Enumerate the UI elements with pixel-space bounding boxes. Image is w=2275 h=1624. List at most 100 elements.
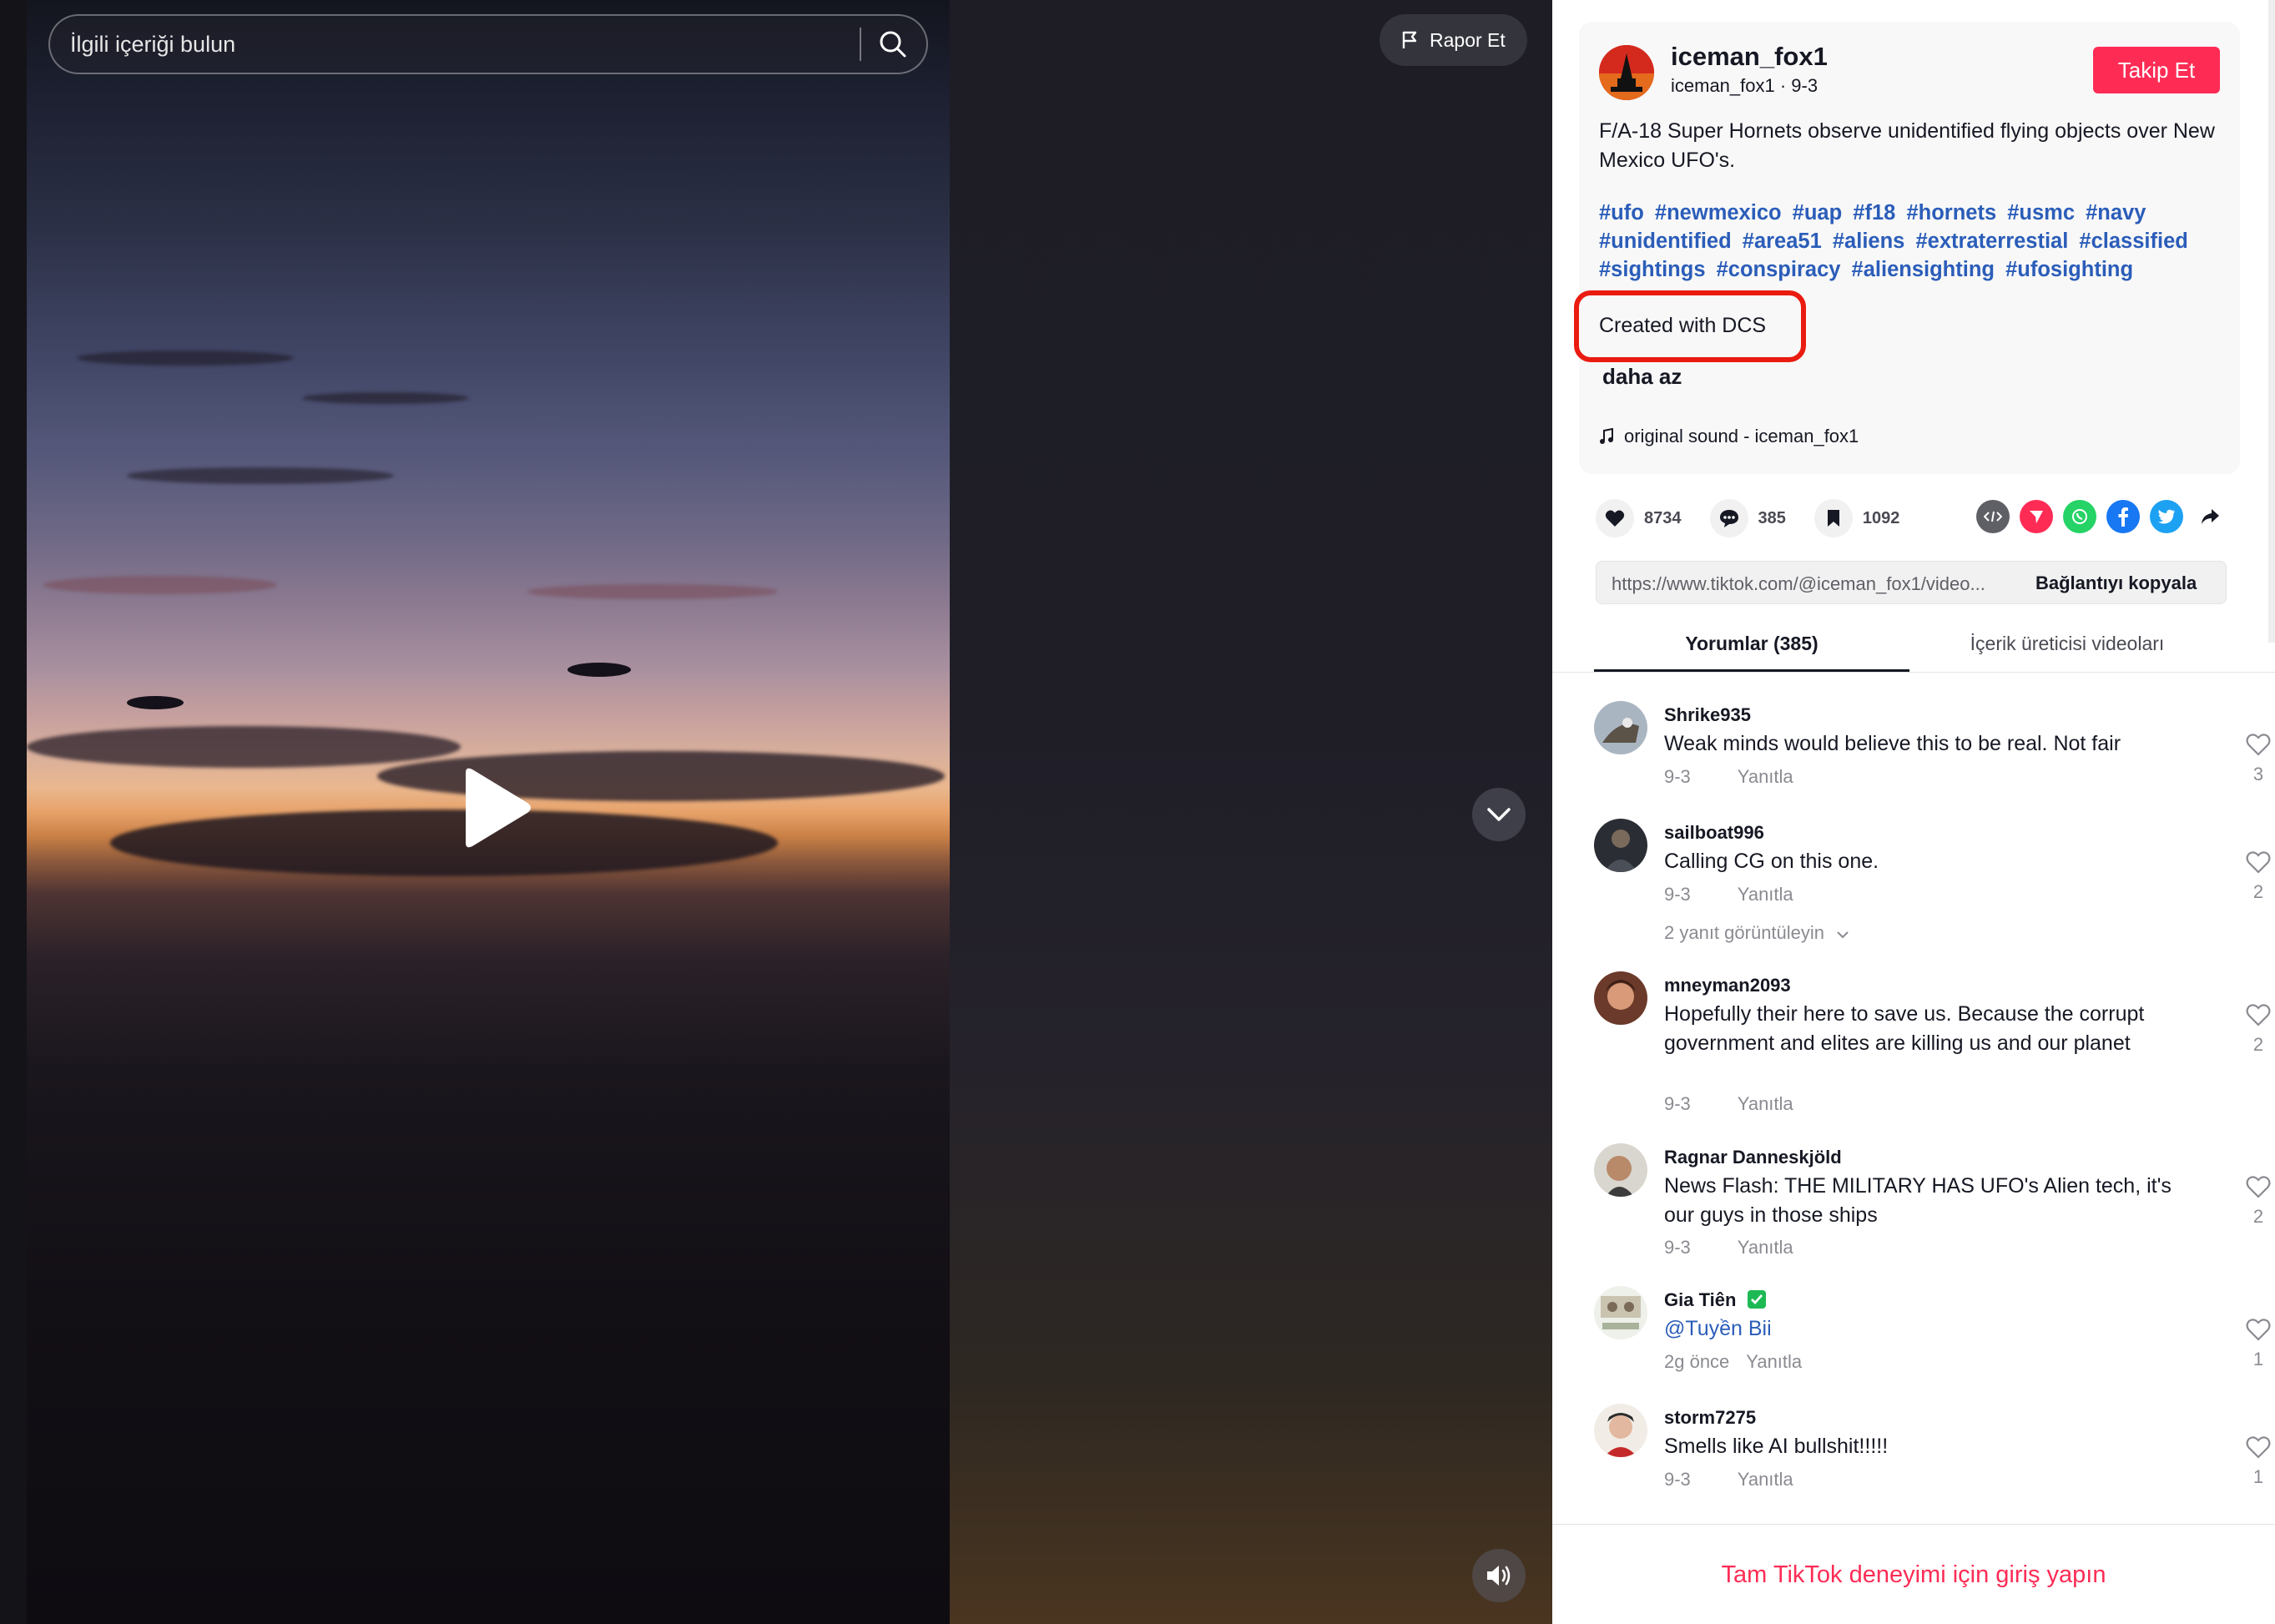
comment-action[interactable]: 385 — [1709, 499, 1786, 537]
author-name[interactable]: iceman_fox1 — [1671, 42, 1828, 72]
show-less-link[interactable]: daha az — [1602, 364, 1682, 390]
search-input[interactable] — [70, 16, 863, 73]
save-action[interactable]: 1092 — [1813, 499, 1899, 537]
comment-date: 9-3 — [1664, 1237, 1691, 1258]
commenter-avatar[interactable] — [1594, 701, 1647, 754]
hashtag-link[interactable]: #ufo — [1599, 201, 1644, 224]
author-avatar[interactable] — [1599, 45, 1654, 100]
facebook-icon[interactable] — [2106, 500, 2140, 533]
commenter-name[interactable]: Gia Tiên — [1664, 1289, 1767, 1311]
blurred-background-left — [0, 0, 27, 1624]
send-icon[interactable] — [2020, 500, 2053, 533]
hashtag-link[interactable]: #aliensighting — [1852, 258, 1995, 281]
commenter-avatar[interactable] — [1594, 1286, 1647, 1339]
like-button[interactable] — [1596, 499, 1634, 537]
like-count: 8734 — [1644, 508, 1682, 527]
cloud — [110, 809, 778, 876]
commenter-avatar[interactable] — [1594, 1404, 1647, 1457]
commenter-name[interactable]: sailboat996 — [1664, 822, 1764, 844]
comment-like[interactable]: 2 — [2242, 1175, 2275, 1228]
like-action[interactable]: 8734 — [1596, 499, 1682, 537]
cloud — [43, 576, 277, 594]
chevron-down-icon — [1837, 931, 1849, 939]
comment-like[interactable]: 1 — [2242, 1435, 2275, 1488]
comment-like-count: 2 — [2252, 1206, 2264, 1227]
video-area[interactable]: Rapor Et — [0, 0, 1552, 1624]
video-link-url[interactable]: https://www.tiktok.com/@iceman_fox1/vide… — [1612, 573, 2012, 595]
follow-button[interactable]: Takip Et — [2093, 47, 2220, 93]
embed-icon[interactable] — [1976, 500, 2010, 533]
whatsapp-icon[interactable] — [2063, 500, 2096, 533]
music-row[interactable]: original sound - iceman_fox1 — [1599, 426, 1859, 447]
commenter-name[interactable]: Ragnar Danneskjöld — [1664, 1147, 1842, 1168]
copy-link-button[interactable]: Bağlantıyı kopyala — [2035, 572, 2197, 594]
comment-like[interactable]: 3 — [2242, 733, 2275, 785]
report-label: Rapor Et — [1430, 28, 1506, 51]
cloud — [27, 726, 461, 768]
bookmark-icon — [1827, 510, 1839, 527]
tab-comments[interactable]: Yorumlar (385) — [1594, 633, 1909, 672]
hashtag-link[interactable]: #usmc — [2007, 201, 2075, 224]
commenter-avatar[interactable] — [1594, 819, 1647, 872]
hashtag-link[interactable]: #classified — [2079, 229, 2187, 253]
cloud — [302, 392, 469, 404]
reply-button[interactable]: Yanıtla — [1746, 1351, 1802, 1372]
comment-like-count: 1 — [2252, 1466, 2264, 1487]
music-label: original sound - iceman_fox1 — [1624, 426, 1859, 446]
next-video-button[interactable] — [1472, 788, 1526, 841]
view-replies-button[interactable]: 2 yanıt görüntüleyin — [1664, 922, 1849, 944]
hashtag-link[interactable]: #newmexico — [1655, 201, 1782, 224]
commenter-avatar[interactable] — [1594, 971, 1647, 1025]
reply-button[interactable]: Yanıtla — [1738, 1469, 1793, 1490]
search-icon[interactable] — [876, 28, 910, 61]
comment-button[interactable] — [1709, 499, 1748, 537]
search-box[interactable] — [48, 14, 928, 74]
comment-text: Smells like AI bullshit!!!!! — [1664, 1435, 1889, 1458]
volume-button[interactable] — [1472, 1549, 1526, 1602]
hashtag-link[interactable]: #sightings — [1599, 258, 1706, 281]
comment-icon — [1719, 510, 1738, 527]
comment-date: 9-3 — [1664, 1469, 1691, 1490]
hashtag-link[interactable]: #ufosighting — [2005, 258, 2133, 281]
hashtag-link[interactable]: #navy — [2086, 201, 2146, 224]
hashtag-link[interactable]: #uap — [1793, 201, 1843, 224]
commenter-name-text: Gia Tiên — [1664, 1289, 1737, 1310]
twitter-icon[interactable] — [2150, 500, 2183, 533]
save-button[interactable] — [1813, 499, 1853, 537]
chevron-down-icon — [1487, 808, 1511, 821]
commenter-name[interactable]: mneyman2093 — [1664, 975, 1791, 996]
hashtag-link[interactable]: #unidentified — [1599, 229, 1732, 253]
comment-like[interactable]: 2 — [2242, 850, 2275, 903]
login-link[interactable]: Tam TikTok deneyimi için giriş yapın — [1552, 1561, 2275, 1589]
hashtag-link[interactable]: #aliens — [1833, 229, 1904, 253]
comment-mention[interactable]: @Tuyền Bii — [1664, 1314, 2182, 1344]
report-button[interactable]: Rapor Et — [1380, 14, 1527, 66]
hashtag-link[interactable]: #area51 — [1743, 229, 1822, 253]
comment-like[interactable]: 1 — [2242, 1318, 2275, 1370]
hashtag-link[interactable]: #hornets — [1906, 201, 1996, 224]
play-icon[interactable] — [457, 766, 532, 850]
hashtag-link[interactable]: #f18 — [1853, 201, 1895, 224]
share-arrow-icon[interactable] — [2193, 500, 2227, 533]
blurred-background-right — [950, 0, 1552, 1624]
reply-button[interactable]: Yanıtla — [1738, 1093, 1793, 1114]
comment-text: News Flash: THE MILITARY HAS UFO's Alien… — [1664, 1174, 2172, 1227]
ufo-left — [127, 696, 184, 709]
comment-like-count: 3 — [2252, 764, 2264, 784]
link-box: https://www.tiktok.com/@iceman_fox1/vide… — [1596, 561, 2227, 604]
comment-like-count: 1 — [2252, 1349, 2264, 1369]
cloud — [527, 584, 778, 599]
hashtag-link[interactable]: #conspiracy — [1717, 258, 1841, 281]
hashtag-link[interactable]: #extraterrestial — [1915, 229, 2068, 253]
comment-like[interactable]: 2 — [2242, 1003, 2275, 1056]
comment-text: Hopefully their here to save us. Because… — [1664, 1002, 2145, 1055]
commenter-avatar[interactable] — [1594, 1143, 1647, 1197]
commenter-name[interactable]: Shrike935 — [1664, 704, 1751, 726]
commenter-name[interactable]: storm7275 — [1664, 1407, 1756, 1429]
tab-creator-videos[interactable]: İçerik üreticisi videoları — [1909, 633, 2225, 672]
reply-button[interactable]: Yanıtla — [1738, 1237, 1793, 1258]
reply-button[interactable]: Yanıtla — [1738, 766, 1793, 787]
scrollbar[interactable] — [2268, 0, 2275, 643]
verified-check-icon — [1747, 1290, 1766, 1309]
reply-button[interactable]: Yanıtla — [1738, 884, 1793, 905]
